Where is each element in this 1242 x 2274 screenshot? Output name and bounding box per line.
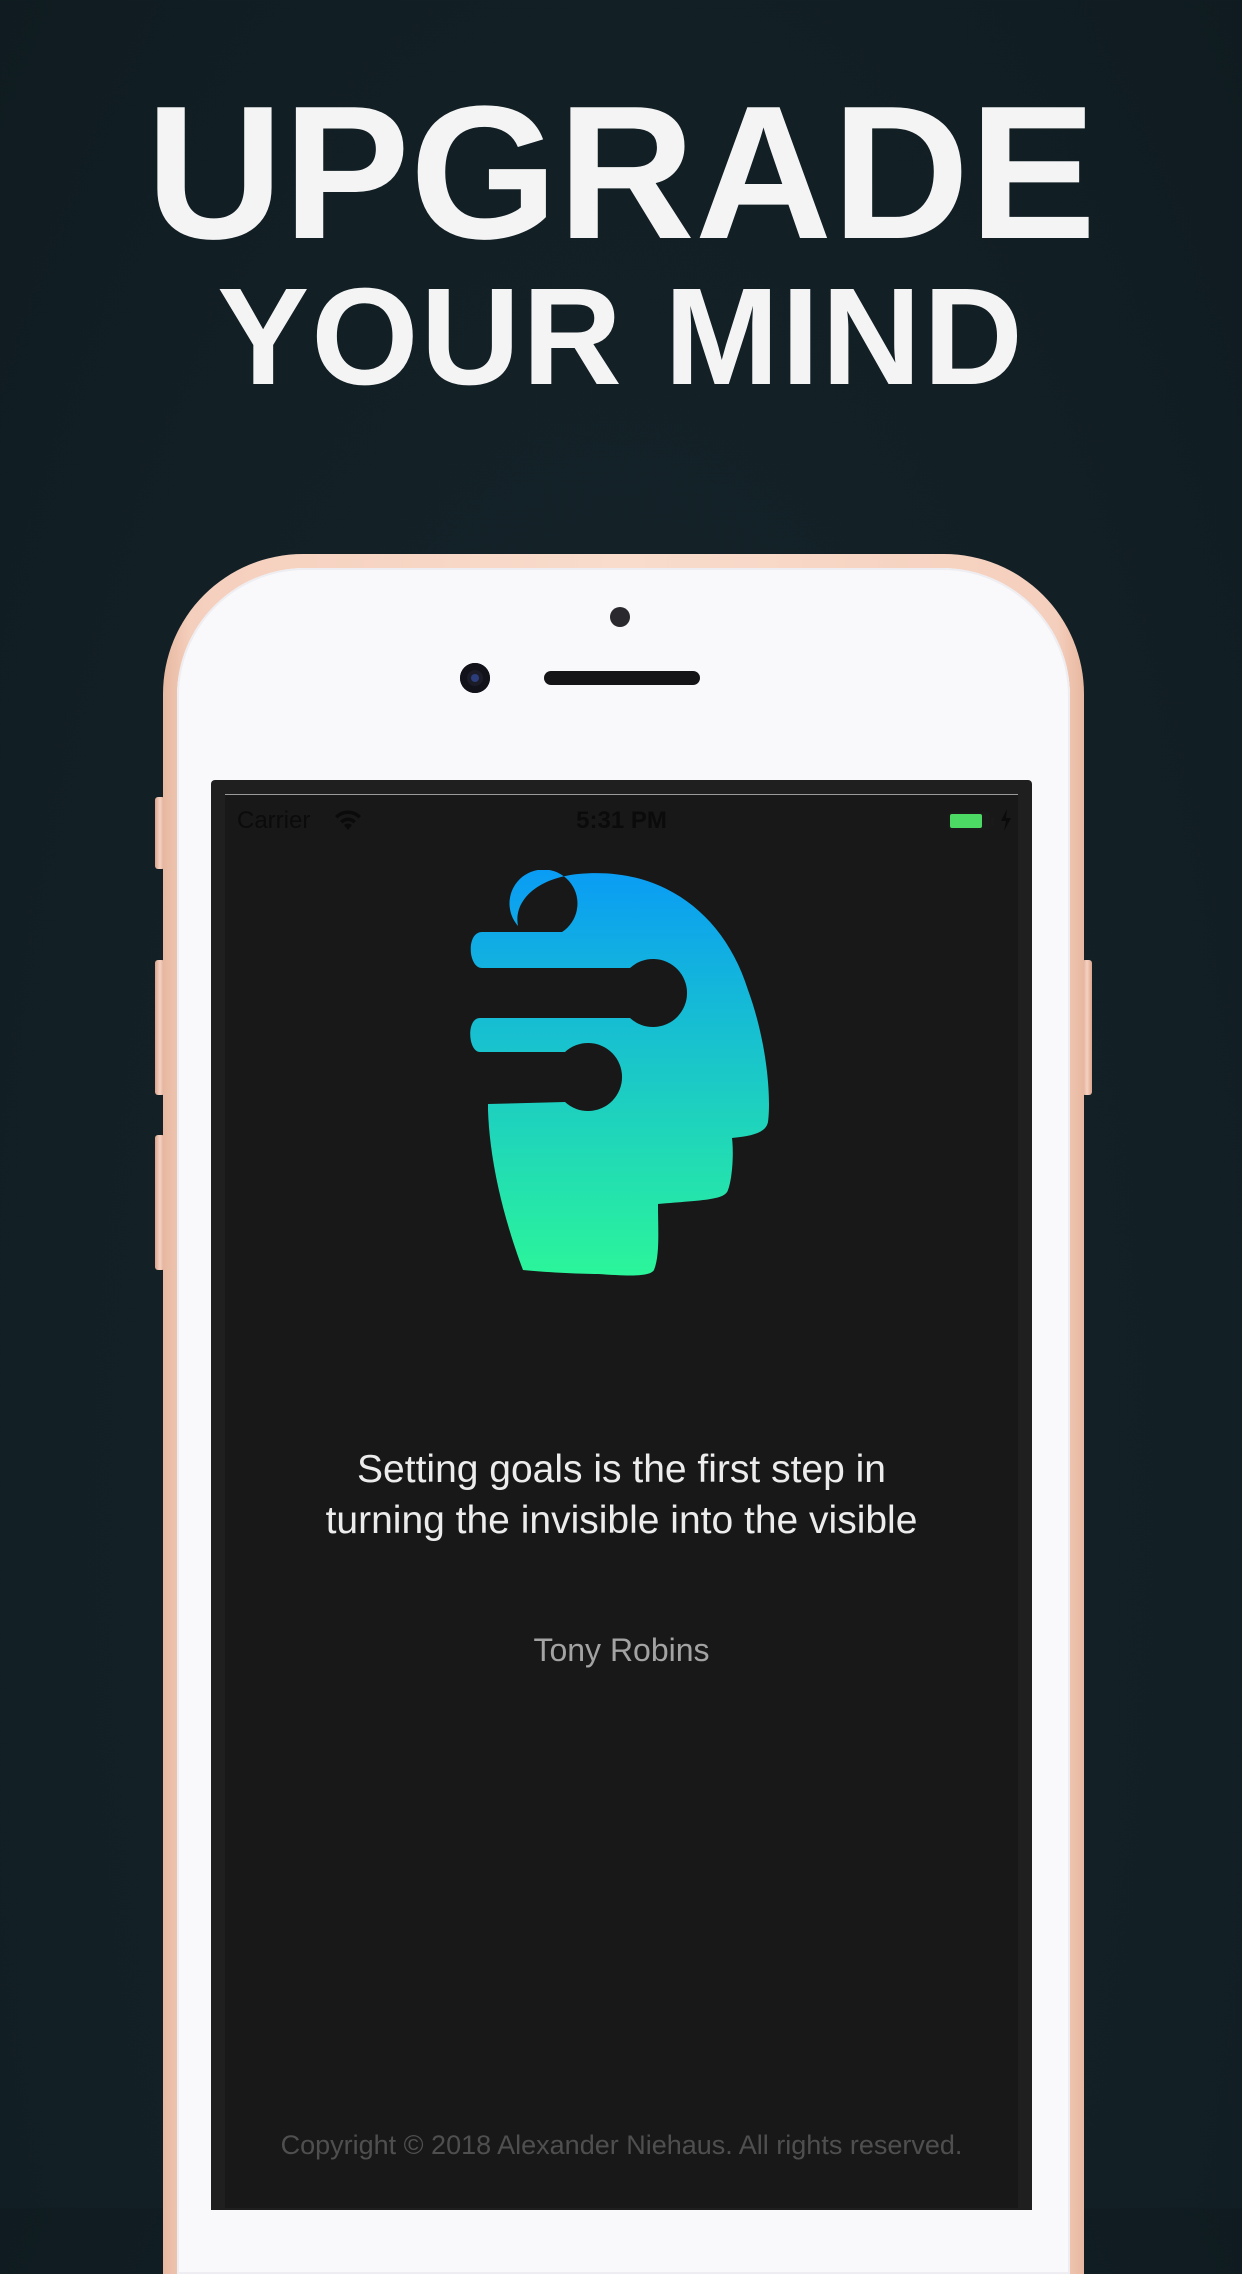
earpiece-speaker: [544, 671, 700, 685]
charging-bolt-icon: [1001, 809, 1011, 831]
mind-head-logo-icon: [470, 870, 769, 1276]
quote-author: Tony Robins: [533, 1632, 710, 1668]
front-camera-icon: [460, 663, 490, 693]
proximity-sensor: [610, 607, 630, 627]
battery-level-fill: [950, 814, 982, 828]
screen-divider: [225, 794, 1018, 795]
status-bar: Carrier 5:31 PM: [225, 804, 1018, 838]
headline-upgrade: UPGRADE: [145, 67, 1097, 279]
status-time: 5:31 PM: [576, 807, 667, 834]
quote-line-2: turning the invisible into the visible: [325, 1499, 918, 1542]
headline-your-mind: YOUR MIND: [217, 260, 1025, 414]
app-screen: Carrier 5:31 PM Setting goals is the fir…: [225, 794, 1018, 2208]
battery-tip: [991, 817, 994, 825]
battery-icon: [948, 812, 990, 830]
quote-text: Setting goals is the first step in turni…: [225, 1444, 1018, 1546]
copyright-footer: Copyright © 2018 Alexander Niehaus. All …: [280, 2130, 963, 2160]
quote-line-1: Setting goals is the first step in: [357, 1448, 886, 1491]
